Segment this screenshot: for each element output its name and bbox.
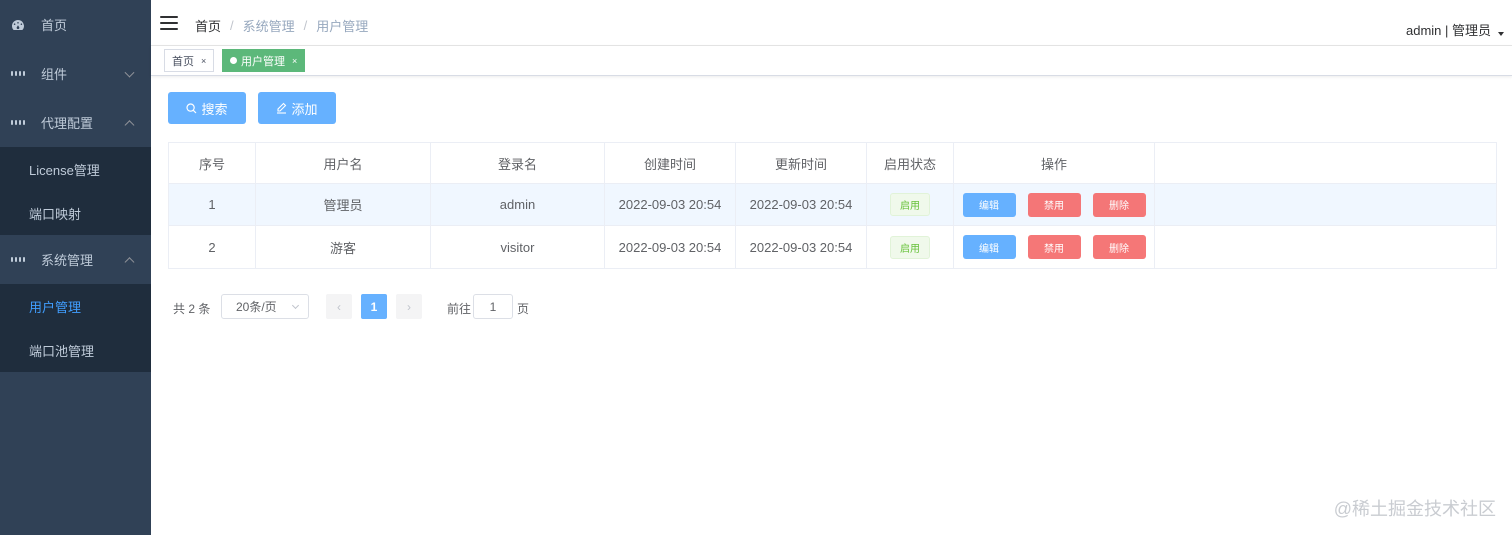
- disable-button[interactable]: 禁用: [1027, 192, 1081, 217]
- caret-down-icon: [1498, 31, 1504, 36]
- user-name: admin | 管理员: [1405, 23, 1491, 38]
- breadcrumb-users: 用户管理: [316, 19, 369, 34]
- sidebar: 首页 组件 代理配置 License管理 端口映射 系统管理 用户管理 端口池管…: [0, 0, 151, 535]
- breadcrumb-home[interactable]: 首页: [195, 16, 221, 35]
- delete-button[interactable]: 删除: [1092, 235, 1146, 259]
- chevron-up-icon: [124, 119, 135, 130]
- goto-label: 前往: [447, 302, 472, 316]
- user-table: 序号 用户名 登录名 创建时间 更新时间 启用状态 操作 1 管理员 admin…: [168, 142, 1497, 269]
- cell-username: 管理员: [256, 184, 431, 225]
- breadcrumb-system: 系统管理: [242, 19, 295, 34]
- search-icon: [186, 102, 197, 114]
- breadcrumb-separator: /: [303, 18, 308, 33]
- table-filler: [1155, 226, 1496, 268]
- goto-suffix: 页: [517, 302, 530, 316]
- edit-icon: [276, 102, 287, 114]
- sidebar-item-port-pool[interactable]: 端口池管理: [0, 328, 151, 372]
- cell-created: 2022-09-03 20:54: [605, 184, 736, 225]
- cell-actions: 编辑 禁用 删除: [954, 184, 1155, 225]
- search-button[interactable]: 搜索: [168, 92, 246, 124]
- table-header-row: 序号 用户名 登录名 创建时间 更新时间 启用状态 操作: [169, 143, 1496, 184]
- search-button-label: 搜索: [201, 101, 228, 117]
- hamburger-icon[interactable]: [160, 16, 178, 30]
- breadcrumb: 首页 / 系统管理 / 用户管理: [195, 16, 368, 35]
- user-menu[interactable]: admin | 管理员: [1406, 20, 1504, 39]
- sidebar-item-license[interactable]: License管理: [0, 147, 151, 191]
- edit-button[interactable]: 编辑: [962, 235, 1016, 259]
- close-icon[interactable]: ×: [201, 56, 206, 66]
- sidebar-item-label: 首页: [41, 18, 68, 33]
- sidebar-item-label: 代理配置: [41, 116, 94, 131]
- sidebar-item-label: 系统管理: [41, 253, 94, 268]
- page-size-value: 20条/页: [236, 300, 277, 314]
- chevron-down-icon: [291, 301, 300, 310]
- grid-icon: [11, 253, 25, 267]
- tag-label: 首页: [172, 55, 194, 68]
- col-header-username: 用户名: [256, 143, 431, 183]
- col-header-updated: 更新时间: [736, 143, 867, 183]
- table-row[interactable]: 2 游客 visitor 2022-09-03 20:54 2022-09-03…: [169, 226, 1496, 268]
- cell-index: 2: [169, 226, 256, 268]
- status-badge: 启用: [890, 193, 930, 216]
- navbar: 首页 / 系统管理 / 用户管理 admin | 管理员: [151, 0, 1512, 46]
- chevron-up-icon: [124, 256, 135, 267]
- delete-button[interactable]: 删除: [1092, 192, 1146, 217]
- cell-login: admin: [431, 184, 605, 225]
- tag-home[interactable]: 首页 ×: [164, 49, 215, 72]
- close-icon[interactable]: ×: [292, 56, 297, 66]
- col-header-actions: 操作: [954, 143, 1155, 183]
- add-button-label: 添加: [291, 101, 318, 117]
- cell-login: visitor: [431, 226, 605, 268]
- page-number-button[interactable]: 1: [361, 294, 387, 319]
- cell-updated: 2022-09-03 20:54: [736, 184, 867, 225]
- cell-actions: 编辑 禁用 删除: [954, 226, 1155, 268]
- goto-page-input[interactable]: 1: [473, 294, 513, 319]
- proxy-submenu: License管理 端口映射: [0, 147, 151, 235]
- sidebar-item-system[interactable]: 系统管理: [0, 235, 151, 284]
- page-size-select[interactable]: 20条/页: [221, 294, 309, 319]
- watermark: @稀土掘金技术社区: [1333, 499, 1496, 519]
- cell-updated: 2022-09-03 20:54: [736, 226, 867, 268]
- sidebar-item-proxy-config[interactable]: 代理配置: [0, 98, 151, 147]
- tag-label: 用户管理: [241, 55, 285, 68]
- sidebar-item-users[interactable]: 用户管理: [0, 284, 151, 328]
- prev-page-button[interactable]: ‹: [326, 294, 352, 319]
- sidebar-item-home[interactable]: 首页: [0, 0, 151, 49]
- edit-button[interactable]: 编辑: [962, 192, 1016, 217]
- add-button[interactable]: 添加: [258, 92, 336, 124]
- status-badge: 启用: [890, 235, 930, 259]
- col-header-login: 登录名: [431, 143, 605, 183]
- chevron-down-icon: [124, 67, 135, 78]
- tag-users[interactable]: 用户管理 ×: [222, 49, 306, 72]
- cell-username: 游客: [256, 226, 431, 268]
- cell-created: 2022-09-03 20:54: [605, 226, 736, 268]
- grid-icon: [11, 116, 25, 130]
- cell-index: 1: [169, 184, 256, 225]
- tags-view: 首页 × 用户管理 ×: [151, 46, 1512, 76]
- sidebar-item-components[interactable]: 组件: [0, 49, 151, 98]
- dashboard-icon: [11, 18, 25, 32]
- col-header-created: 创建时间: [605, 143, 736, 183]
- cell-status: 启用: [867, 184, 954, 225]
- table-row[interactable]: 1 管理员 admin 2022-09-03 20:54 2022-09-03 …: [169, 184, 1496, 226]
- table-filler: [1155, 143, 1496, 183]
- disable-button[interactable]: 禁用: [1027, 235, 1081, 259]
- grid-icon: [11, 67, 25, 81]
- cell-status: 启用: [867, 226, 954, 268]
- table-filler: [1155, 184, 1496, 225]
- col-header-status: 启用状态: [867, 143, 954, 183]
- sidebar-item-label: 组件: [41, 67, 68, 82]
- breadcrumb-separator: /: [230, 18, 234, 33]
- pagination-total: 共 2 条: [173, 302, 211, 316]
- next-page-button[interactable]: ›: [396, 294, 422, 319]
- sidebar-item-port-mapping[interactable]: 端口映射: [0, 191, 151, 235]
- col-header-index: 序号: [169, 143, 256, 183]
- system-submenu: 用户管理 端口池管理: [0, 284, 151, 372]
- active-dot-icon: [230, 57, 237, 64]
